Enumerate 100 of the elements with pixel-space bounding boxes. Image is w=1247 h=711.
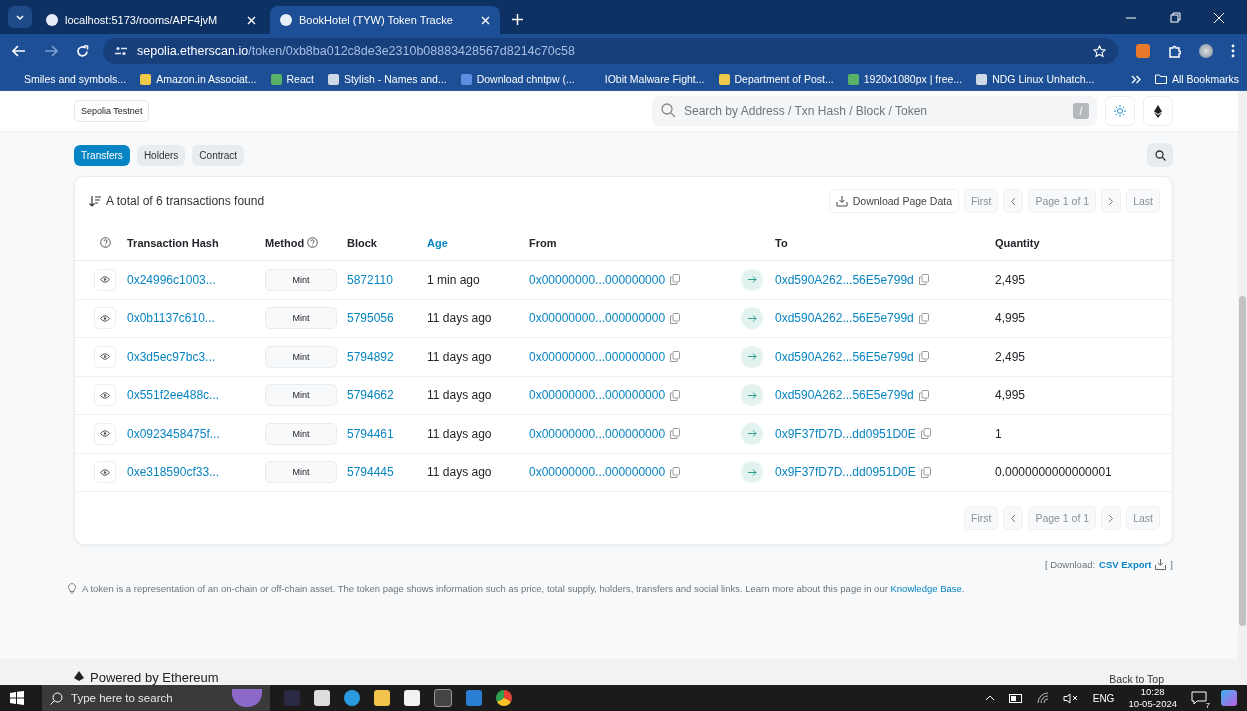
- scrollbar[interactable]: [1238, 91, 1247, 685]
- close-icon[interactable]: [481, 15, 490, 25]
- preview-button[interactable]: [94, 384, 116, 407]
- to-address-link[interactable]: 0x9F37fD7D...dd0951D0E: [775, 465, 916, 480]
- to-address-link[interactable]: 0xd590A262...56E5e799d: [775, 388, 914, 403]
- copy-icon[interactable]: [920, 428, 931, 440]
- reload-icon[interactable]: [76, 44, 89, 58]
- knowledge-base-link[interactable]: Knowledge Base: [890, 582, 962, 594]
- back-icon[interactable]: [12, 45, 26, 57]
- copy-icon[interactable]: [670, 274, 681, 286]
- last-page-button[interactable]: Last: [1126, 506, 1160, 530]
- column-header[interactable]: Age: [427, 236, 448, 249]
- from-address-link[interactable]: 0x00000000...000000000: [529, 388, 666, 403]
- network-button[interactable]: [1143, 96, 1173, 126]
- bookmark[interactable]: Smiles and symbols...: [8, 73, 127, 85]
- quantity-cell-text: 0.0000000000000001: [995, 465, 1113, 480]
- forward-icon[interactable]: [44, 45, 58, 57]
- copy-icon[interactable]: [670, 428, 681, 440]
- battery-icon[interactable]: [1008, 693, 1023, 703]
- tab[interactable]: Holders: [136, 144, 186, 166]
- block-link[interactable]: 5794445: [347, 465, 394, 480]
- copy-icon[interactable]: [920, 466, 931, 478]
- block-link[interactable]: 5795056: [347, 311, 394, 326]
- tab[interactable]: Contract: [192, 144, 245, 166]
- transaction-hash-link[interactable]: 0xe318590cf33...: [127, 465, 220, 480]
- bookmark[interactable]: 1920x1080px | free...: [847, 73, 963, 85]
- last-page-button[interactable]: Last: [1126, 189, 1160, 213]
- from-address-link[interactable]: 0x00000000...000000000: [529, 311, 666, 326]
- copy-icon[interactable]: [918, 351, 929, 363]
- from-address-link[interactable]: 0x00000000...000000000: [529, 426, 666, 441]
- from-address-link[interactable]: 0x00000000...000000000: [529, 465, 666, 480]
- profile-avatar[interactable]: [1199, 44, 1213, 58]
- copy-icon[interactable]: [918, 274, 929, 286]
- transaction-hash-link[interactable]: 0x3d5ec97bc3...: [127, 349, 216, 364]
- back-to-top-link[interactable]: Back to Top: [1109, 673, 1164, 685]
- download-button[interactable]: Download Page Data: [828, 189, 959, 213]
- bookmark[interactable]: Department of Post...: [718, 73, 834, 85]
- preview-button[interactable]: [94, 345, 116, 368]
- first-page-button[interactable]: First: [964, 506, 999, 530]
- transaction-hash-link[interactable]: 0x24996c1003...: [127, 272, 216, 287]
- help-icon[interactable]: [307, 237, 319, 248]
- help-icon[interactable]: [99, 237, 111, 248]
- close-icon[interactable]: [1213, 12, 1225, 24]
- close-icon[interactable]: [247, 15, 256, 25]
- windows-start-icon[interactable]: [10, 691, 24, 705]
- to-address-link[interactable]: 0xd590A262...56E5e799d: [775, 272, 914, 287]
- restore-icon[interactable]: [1169, 12, 1181, 24]
- download-icon[interactable]: [1155, 559, 1167, 570]
- language-indicator[interactable]: ENG: [1092, 692, 1115, 704]
- transaction-hash-link[interactable]: 0x551f2ee488c...: [127, 388, 220, 403]
- tab-search-button[interactable]: [8, 6, 32, 28]
- address-bar[interactable]: sepolia.etherscan.io/token/0xb8ba012c8de3e2310b08883428567d8214c70c58: [103, 38, 1118, 64]
- bookmark[interactable]: React: [270, 73, 314, 85]
- copy-icon[interactable]: [670, 389, 681, 401]
- copy-icon[interactable]: [918, 312, 929, 324]
- to-address-link[interactable]: 0x9F37fD7D...dd0951D0E: [775, 426, 916, 441]
- preview-button[interactable]: [94, 268, 116, 291]
- theme-button[interactable]: [1105, 96, 1135, 126]
- from-address-link[interactable]: 0x00000000...000000000: [529, 272, 666, 287]
- copy-icon[interactable]: [670, 312, 681, 324]
- taskbar-search-field[interactable]: Type here to search: [42, 685, 270, 711]
- block-link[interactable]: 5794662: [347, 388, 394, 403]
- star-icon[interactable]: [1093, 44, 1106, 58]
- clock[interactable]: 10:28 10-05-2024: [1128, 686, 1177, 710]
- bookmark[interactable]: Amazon.in Associat...: [140, 73, 257, 85]
- copy-icon[interactable]: [918, 389, 929, 401]
- chevron-icon[interactable]: [1130, 74, 1141, 84]
- caret-icon[interactable]: [984, 695, 995, 701]
- search-button[interactable]: [1147, 143, 1173, 167]
- preview-button[interactable]: [94, 461, 116, 484]
- to-address-link[interactable]: 0xd590A262...56E5e799d: [775, 349, 914, 364]
- muted-speaker-icon[interactable]: [1062, 692, 1079, 704]
- browser-tab[interactable]: localhost:5173/rooms/APF4jvM: [36, 6, 266, 34]
- block-link[interactable]: 5872110: [347, 272, 393, 287]
- block-link[interactable]: 5794892: [347, 349, 394, 364]
- copy-icon[interactable]: [670, 351, 681, 363]
- site-settings-icon[interactable]: [115, 46, 127, 56]
- bookmark[interactable]: Download chntpw (...: [460, 73, 575, 85]
- bookmark[interactable]: NDG Linux Unhatch...: [976, 73, 1095, 85]
- wifi-icon[interactable]: [1036, 692, 1049, 704]
- browser-tab[interactable]: BookHotel (TYW) Token Tracke: [270, 6, 500, 34]
- bookmark[interactable]: Stylish - Names and...: [327, 73, 447, 85]
- block-link[interactable]: 5794461: [347, 426, 394, 441]
- more-icon[interactable]: [1231, 44, 1235, 58]
- first-page-button[interactable]: First: [964, 189, 999, 213]
- copy-icon[interactable]: [670, 466, 681, 478]
- tab[interactable]: Transfers: [74, 144, 130, 166]
- preview-button[interactable]: [94, 307, 116, 330]
- transaction-hash-link[interactable]: 0x0b1137c610...: [127, 311, 215, 326]
- puzzle-icon[interactable]: [1168, 44, 1181, 58]
- transaction-hash-link[interactable]: 0x0923458475f...: [127, 426, 220, 441]
- sort-icon[interactable]: [89, 195, 101, 207]
- preview-button[interactable]: [94, 422, 116, 445]
- all-bookmarks-button[interactable]: All Bookmarks: [1154, 73, 1239, 85]
- to-address-link[interactable]: 0xd590A262...56E5e799d: [775, 311, 914, 326]
- csv-export-link[interactable]: CSV Export: [1099, 559, 1152, 570]
- app-icon[interactable]: [314, 690, 330, 706]
- new-tab-icon[interactable]: [512, 14, 523, 25]
- from-address-link[interactable]: 0x00000000...000000000: [529, 349, 666, 364]
- bookmark[interactable]: IObit Malware Fight...: [588, 73, 705, 85]
